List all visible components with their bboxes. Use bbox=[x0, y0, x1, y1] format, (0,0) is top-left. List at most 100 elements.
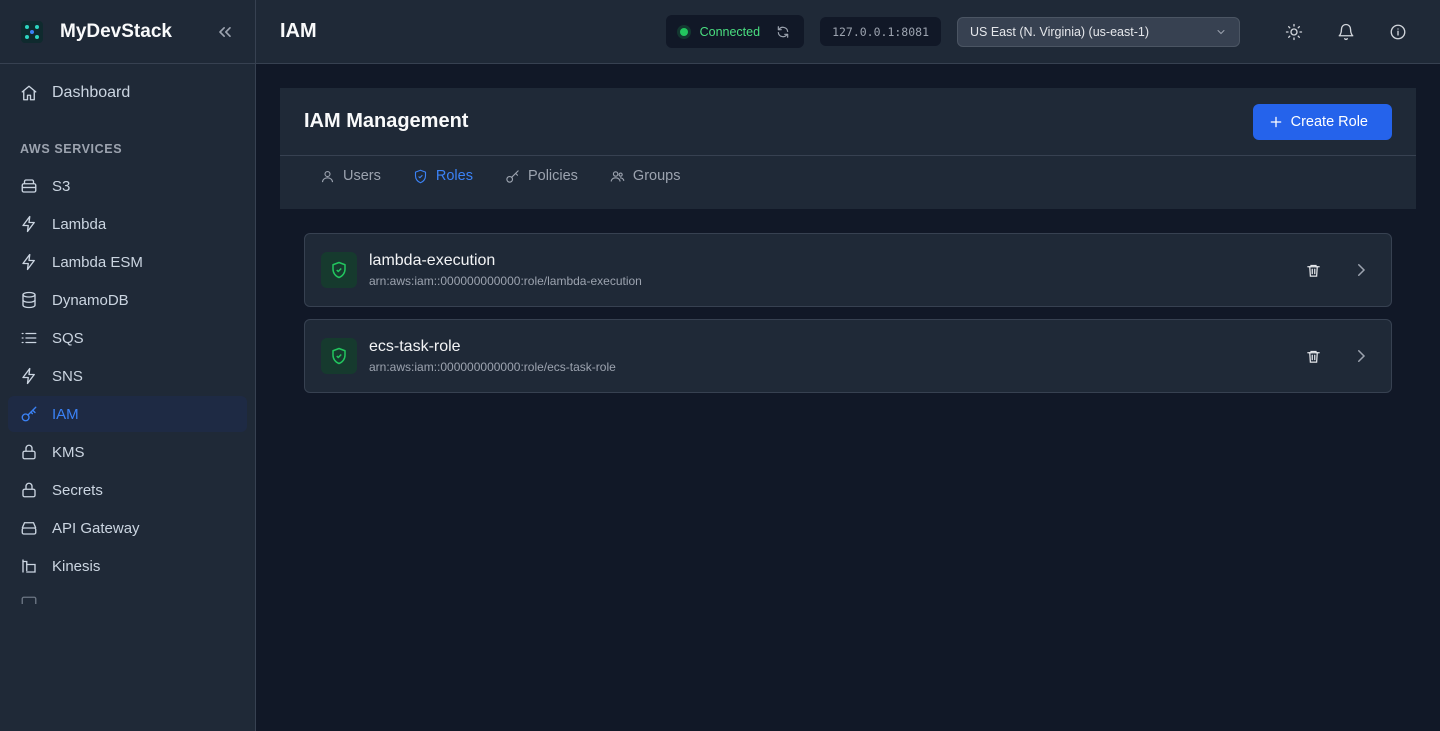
open-role-button[interactable] bbox=[1347, 342, 1375, 370]
sidebar-item-api-gateway[interactable]: API Gateway bbox=[8, 510, 247, 546]
sidebar-item-dynamodb[interactable]: DynamoDB bbox=[8, 282, 247, 318]
sidebar-item-s3[interactable]: S3 bbox=[8, 168, 247, 204]
shield-check-icon bbox=[332, 261, 346, 279]
info-button[interactable] bbox=[1380, 14, 1416, 50]
lightning-icon bbox=[22, 367, 35, 385]
tab-groups[interactable]: Groups bbox=[610, 166, 681, 186]
database-icon bbox=[22, 291, 36, 309]
sidebar-item-kinesis[interactable]: Kinesis bbox=[8, 548, 247, 584]
sidebar-item-label: SQS bbox=[52, 329, 84, 347]
connection-label: Connected bbox=[699, 24, 761, 39]
chevron-right-icon bbox=[1358, 264, 1366, 276]
sun-icon bbox=[1285, 23, 1303, 40]
header-row: IAM Management Create Role bbox=[280, 88, 1416, 156]
sidebar-item-iam[interactable]: IAM bbox=[8, 396, 247, 432]
sidebar-item-lambda-esm[interactable]: Lambda ESM bbox=[8, 244, 247, 280]
plus-icon bbox=[1270, 116, 1281, 127]
sidebar-item-label: Kinesis bbox=[52, 557, 101, 575]
list-item[interactable]: lambda-execution arn:aws:iam::0000000000… bbox=[304, 233, 1392, 307]
iam-tabs: Users Roles Policies Groups bbox=[280, 156, 1416, 208]
sidebar-item-label: IAM bbox=[52, 405, 79, 423]
trash-icon bbox=[1306, 350, 1320, 363]
tab-policies[interactable]: Policies bbox=[505, 166, 578, 186]
sidebar: MyDevStack Dashboard AWS SERVICES S3 Lam… bbox=[0, 0, 256, 731]
section-heading: IAM Management bbox=[304, 110, 469, 132]
open-role-button[interactable] bbox=[1347, 256, 1375, 284]
chevron-down-icon bbox=[1217, 29, 1225, 34]
role-text: lambda-execution arn:aws:iam::0000000000… bbox=[369, 252, 1279, 288]
sidebar-item-label: Lambda ESM bbox=[52, 253, 143, 271]
server-icon bbox=[21, 522, 37, 535]
key-icon bbox=[21, 406, 37, 422]
shield-check-icon bbox=[332, 347, 346, 365]
sidebar-item-label: Secrets bbox=[52, 481, 103, 499]
sidebar-item-dashboard[interactable]: Dashboard bbox=[8, 78, 247, 108]
tab-label: Users bbox=[343, 168, 381, 184]
list-icon bbox=[21, 332, 37, 344]
iam-header-card: IAM Management Create Role Users Roles P… bbox=[280, 88, 1416, 209]
sidebar-item-label: KMS bbox=[52, 443, 85, 461]
lightning-icon bbox=[22, 215, 35, 233]
brand: MyDevStack bbox=[0, 0, 255, 64]
sidebar-item-sns[interactable]: SNS bbox=[8, 358, 247, 394]
sidebar-item-secrets[interactable]: Secrets bbox=[8, 472, 247, 508]
collapse-sidebar-icon[interactable] bbox=[215, 22, 235, 42]
region-select[interactable]: US East (N. Virginia) (us-east-1) bbox=[957, 16, 1240, 47]
user-icon bbox=[321, 170, 334, 182]
group-icon bbox=[610, 170, 625, 182]
tab-label: Policies bbox=[527, 168, 578, 184]
topbar: IAM Connected 127.0.0.1:8081 US East (N.… bbox=[256, 0, 1440, 64]
sidebar-item-label: Lambda bbox=[52, 215, 107, 233]
trash-icon bbox=[1306, 264, 1320, 277]
refresh-icon[interactable] bbox=[776, 25, 790, 39]
role-name: ecs-task-role bbox=[369, 338, 461, 355]
theme-toggle-button[interactable] bbox=[1276, 14, 1312, 50]
sidebar-item-kms[interactable]: KMS bbox=[8, 434, 247, 470]
sidebar-item-label: SNS bbox=[52, 367, 83, 385]
home-icon bbox=[21, 85, 37, 101]
grid-icon bbox=[21, 596, 37, 604]
create-role-button[interactable]: Create Role bbox=[1252, 103, 1392, 140]
role-text: ecs-task-role arn:aws:iam::000000000000:… bbox=[369, 338, 1279, 374]
lightning-icon bbox=[22, 253, 35, 271]
app-name: MyDevStack bbox=[60, 20, 172, 42]
list-item[interactable]: ecs-task-role arn:aws:iam::000000000000:… bbox=[304, 319, 1392, 393]
tab-users[interactable]: Users bbox=[320, 166, 381, 186]
stream-icon bbox=[22, 559, 36, 573]
status-dot bbox=[679, 27, 688, 36]
key-icon bbox=[506, 169, 519, 183]
lock-icon bbox=[22, 482, 36, 498]
sidebar-item-more[interactable] bbox=[8, 586, 247, 604]
delete-role-button[interactable] bbox=[1299, 256, 1327, 284]
role-arn: arn:aws:iam::000000000000:role/lambda-ex… bbox=[369, 274, 642, 288]
storage-icon bbox=[21, 179, 37, 193]
bell-icon bbox=[1338, 23, 1354, 40]
sidebar-item-label: API Gateway bbox=[52, 519, 140, 537]
connection-status: Connected bbox=[665, 15, 805, 48]
role-arn: arn:aws:iam::000000000000:role/ecs-task-… bbox=[369, 360, 616, 374]
sidebar-item-label: Dashboard bbox=[52, 84, 131, 101]
role-badge bbox=[321, 338, 357, 374]
sidebar-item-label: DynamoDB bbox=[52, 291, 129, 309]
delete-role-button[interactable] bbox=[1299, 342, 1327, 370]
role-badge bbox=[321, 252, 357, 288]
role-name: lambda-execution bbox=[369, 252, 496, 269]
page-title: IAM bbox=[280, 20, 317, 42]
sidebar-nav: Dashboard AWS SERVICES S3 Lambda Lambda … bbox=[0, 64, 255, 604]
lock-icon bbox=[22, 444, 36, 460]
tab-label: Groups bbox=[632, 168, 681, 184]
notifications-button[interactable] bbox=[1328, 14, 1364, 50]
shield-icon bbox=[414, 169, 426, 183]
info-icon bbox=[1390, 24, 1406, 39]
region-value: US East (N. Virginia) (us-east-1) bbox=[970, 24, 1149, 39]
sidebar-item-lambda[interactable]: Lambda bbox=[8, 206, 247, 242]
create-role-label: Create Role bbox=[1290, 113, 1368, 130]
tab-roles[interactable]: Roles bbox=[413, 166, 473, 186]
chevron-right-icon bbox=[1358, 350, 1366, 362]
endpoint-label: 127.0.0.1:8081 bbox=[820, 17, 941, 46]
logo-icon bbox=[21, 20, 43, 43]
sidebar-item-label: S3 bbox=[52, 177, 71, 195]
tab-label: Roles bbox=[435, 168, 473, 184]
sidebar-item-sqs[interactable]: SQS bbox=[8, 320, 247, 356]
section-title: AWS SERVICES bbox=[20, 142, 123, 156]
